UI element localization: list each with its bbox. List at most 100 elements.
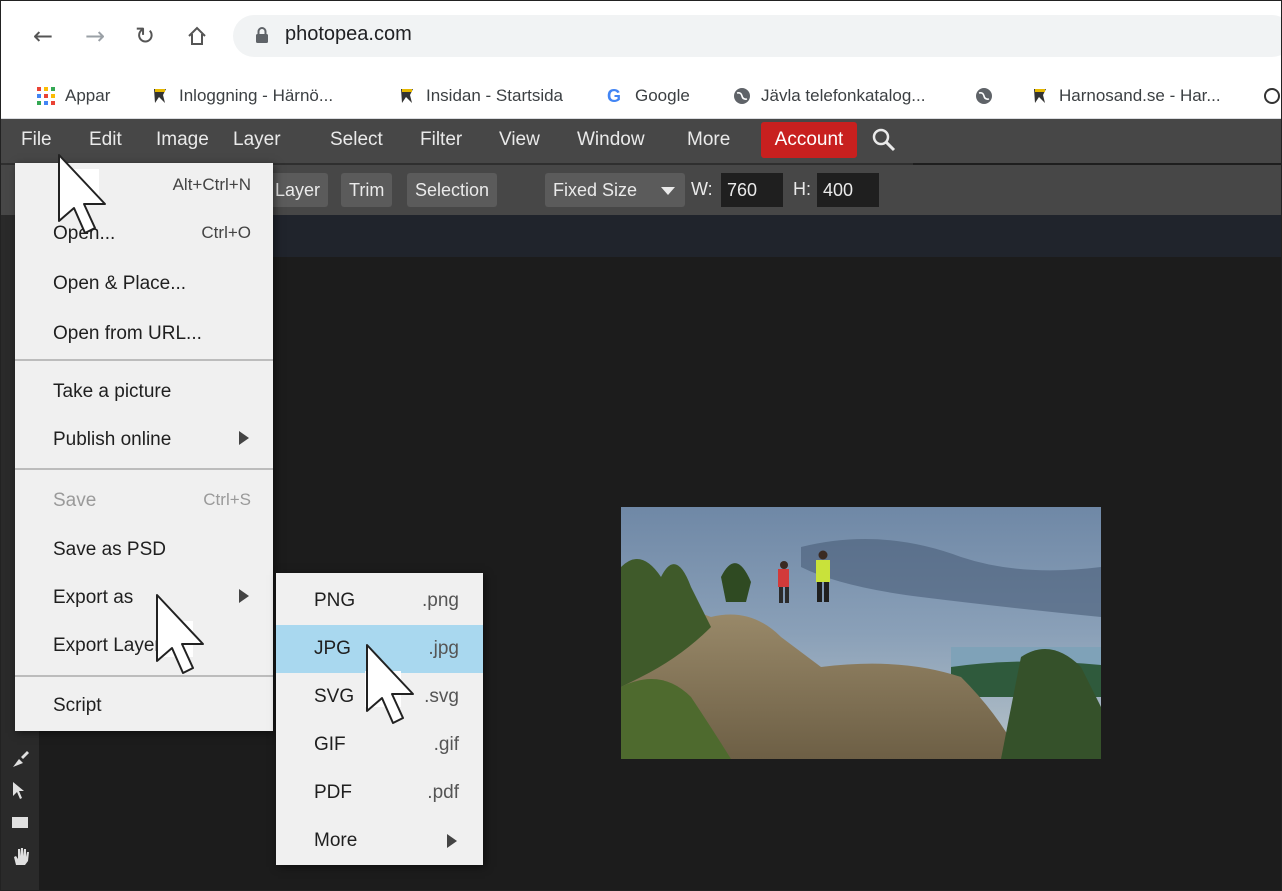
publish-label: Publish online bbox=[53, 429, 172, 450]
chevron-down-icon bbox=[661, 187, 675, 195]
menu-publish-online[interactable]: Publish online bbox=[15, 417, 273, 463]
export-format-label: More bbox=[314, 830, 358, 851]
export-svg[interactable]: SVG .svg bbox=[276, 673, 483, 721]
bookmark-appar[interactable]: Appar bbox=[37, 85, 110, 107]
bookmark-harnosand[interactable]: Harnosand.se - Har... bbox=[1031, 85, 1221, 107]
forward-arrow-icon[interactable]: → bbox=[81, 21, 109, 51]
menu-save-psd[interactable]: Save as PSD bbox=[15, 527, 273, 573]
export-extension: .gif bbox=[433, 734, 459, 755]
script-label: Script bbox=[53, 695, 102, 716]
hand-tool-icon[interactable] bbox=[9, 845, 33, 869]
site-favicon-icon bbox=[1264, 88, 1280, 104]
menu-image[interactable]: Image bbox=[156, 129, 209, 151]
search-icon[interactable] bbox=[871, 127, 897, 153]
menu-new[interactable]: Alt+Ctrl+N bbox=[15, 163, 273, 209]
bookmark-inloggning[interactable]: Inloggning - Härnö... bbox=[151, 85, 333, 107]
google-icon: G bbox=[607, 86, 622, 106]
export-format-label: PNG bbox=[314, 590, 356, 611]
layer-button[interactable]: Layer bbox=[267, 173, 329, 207]
menu-open-place[interactable]: Open & Place... bbox=[15, 261, 273, 307]
runners-landscape-image bbox=[621, 507, 1101, 759]
bookmark-label: Appar bbox=[65, 86, 111, 105]
home-icon[interactable] bbox=[183, 21, 211, 51]
submenu-arrow-icon bbox=[239, 589, 249, 603]
height-input[interactable]: 400 bbox=[817, 173, 879, 207]
export-pdf[interactable]: PDF .pdf bbox=[276, 769, 483, 817]
bookmark-overflow[interactable] bbox=[1263, 85, 1281, 107]
export-format-label: JPG bbox=[314, 638, 351, 659]
trim-button[interactable]: Trim bbox=[341, 173, 393, 207]
menu-edit[interactable]: Edit bbox=[89, 129, 122, 151]
menu-separator bbox=[15, 675, 273, 677]
export-layers-label: Export Layers bbox=[53, 635, 171, 656]
bookmark-telefonkatalog[interactable]: Jävla telefonkatalog... bbox=[733, 85, 925, 107]
menu-save: Save Ctrl+S bbox=[15, 478, 273, 524]
back-arrow-icon[interactable]: ← bbox=[29, 21, 57, 51]
bookmark-label: Google bbox=[635, 86, 690, 105]
menu-view[interactable]: View bbox=[499, 129, 540, 151]
browser-toolbar: ← → ↻ photopea.com bbox=[1, 1, 1281, 73]
apps-grid-icon bbox=[37, 87, 55, 105]
height-label: H: bbox=[793, 179, 811, 199]
export-format-label: PDF bbox=[314, 782, 352, 803]
size-mode-value: Fixed Size bbox=[553, 180, 638, 200]
menu-layer[interactable]: Layer bbox=[233, 129, 281, 151]
export-jpg[interactable]: JPG .jpg bbox=[276, 625, 483, 673]
menu-separator bbox=[15, 468, 273, 470]
export-extension: .svg bbox=[424, 686, 459, 707]
site-favicon-icon bbox=[401, 89, 413, 103]
export-png[interactable]: PNG .png bbox=[276, 577, 483, 625]
pen-tool-icon[interactable] bbox=[9, 747, 33, 771]
menu-filter[interactable]: Filter bbox=[420, 129, 462, 151]
reload-icon[interactable]: ↻ bbox=[131, 21, 159, 51]
account-button[interactable]: Account bbox=[761, 122, 857, 158]
file-menu: Alt+Ctrl+N Open... Ctrl+O Open & Place..… bbox=[15, 163, 273, 731]
save-shortcut: Ctrl+S bbox=[203, 490, 251, 509]
menu-open[interactable]: Open... Ctrl+O bbox=[15, 211, 273, 257]
bookmark-insidan[interactable]: Insidan - Startsida bbox=[398, 85, 563, 107]
open-url-label: Open from URL... bbox=[53, 323, 202, 344]
width-input[interactable]: 760 bbox=[721, 173, 783, 207]
save-psd-label: Save as PSD bbox=[53, 539, 166, 560]
menu-more[interactable]: More bbox=[687, 129, 730, 151]
menu-take-picture[interactable]: Take a picture bbox=[15, 369, 273, 415]
screenshot-frame: ← → ↻ photopea.com Appar Inloggning - Hä… bbox=[0, 0, 1282, 891]
lock-icon bbox=[256, 27, 268, 43]
bookmark-google[interactable]: G Google bbox=[607, 85, 690, 107]
menu-bar: File Edit Image Layer Select Filter View… bbox=[1, 119, 1281, 163]
selection-button[interactable]: Selection bbox=[407, 173, 498, 207]
open-place-label: Open & Place... bbox=[53, 273, 187, 294]
export-more[interactable]: More bbox=[276, 817, 483, 865]
site-favicon-icon bbox=[1034, 89, 1046, 103]
canvas-photo[interactable] bbox=[621, 507, 1101, 759]
menu-file[interactable]: File bbox=[21, 129, 52, 151]
export-extension: .jpg bbox=[428, 638, 459, 659]
bookmark-label: Insidan - Startsida bbox=[426, 86, 564, 105]
bookmarks-bar: Appar Inloggning - Härnö... Insidan - St… bbox=[1, 73, 1281, 119]
site-favicon-icon bbox=[154, 89, 166, 103]
menu-window[interactable]: Window bbox=[577, 129, 645, 151]
width-label: W: bbox=[691, 179, 713, 199]
rectangle-tool-icon[interactable] bbox=[9, 811, 33, 835]
bookmark-globe[interactable] bbox=[975, 85, 1003, 107]
save-label: Save bbox=[53, 490, 97, 511]
menu-open-url[interactable]: Open from URL... bbox=[15, 311, 273, 357]
menu-script[interactable]: Script bbox=[15, 683, 273, 729]
open-label: Open... bbox=[53, 223, 116, 244]
menu-separator bbox=[15, 359, 273, 361]
take-picture-label: Take a picture bbox=[53, 381, 172, 402]
url-text: photopea.com bbox=[285, 23, 412, 45]
menu-select[interactable]: Select bbox=[330, 129, 383, 151]
submenu-arrow-icon bbox=[447, 834, 457, 848]
size-mode-dropdown[interactable]: Fixed Size bbox=[545, 173, 685, 207]
export-extension: .png bbox=[422, 590, 459, 611]
direct-select-icon[interactable] bbox=[9, 779, 33, 803]
globe-icon bbox=[976, 88, 992, 104]
export-format-label: GIF bbox=[314, 734, 346, 755]
export-as-label: Export as bbox=[53, 587, 134, 608]
export-gif[interactable]: GIF .gif bbox=[276, 721, 483, 769]
submenu-arrow-icon bbox=[239, 431, 249, 445]
globe-icon bbox=[734, 88, 750, 104]
menu-export-layers[interactable]: Export Layers bbox=[15, 623, 273, 669]
menu-export-as[interactable]: Export as bbox=[15, 575, 273, 621]
